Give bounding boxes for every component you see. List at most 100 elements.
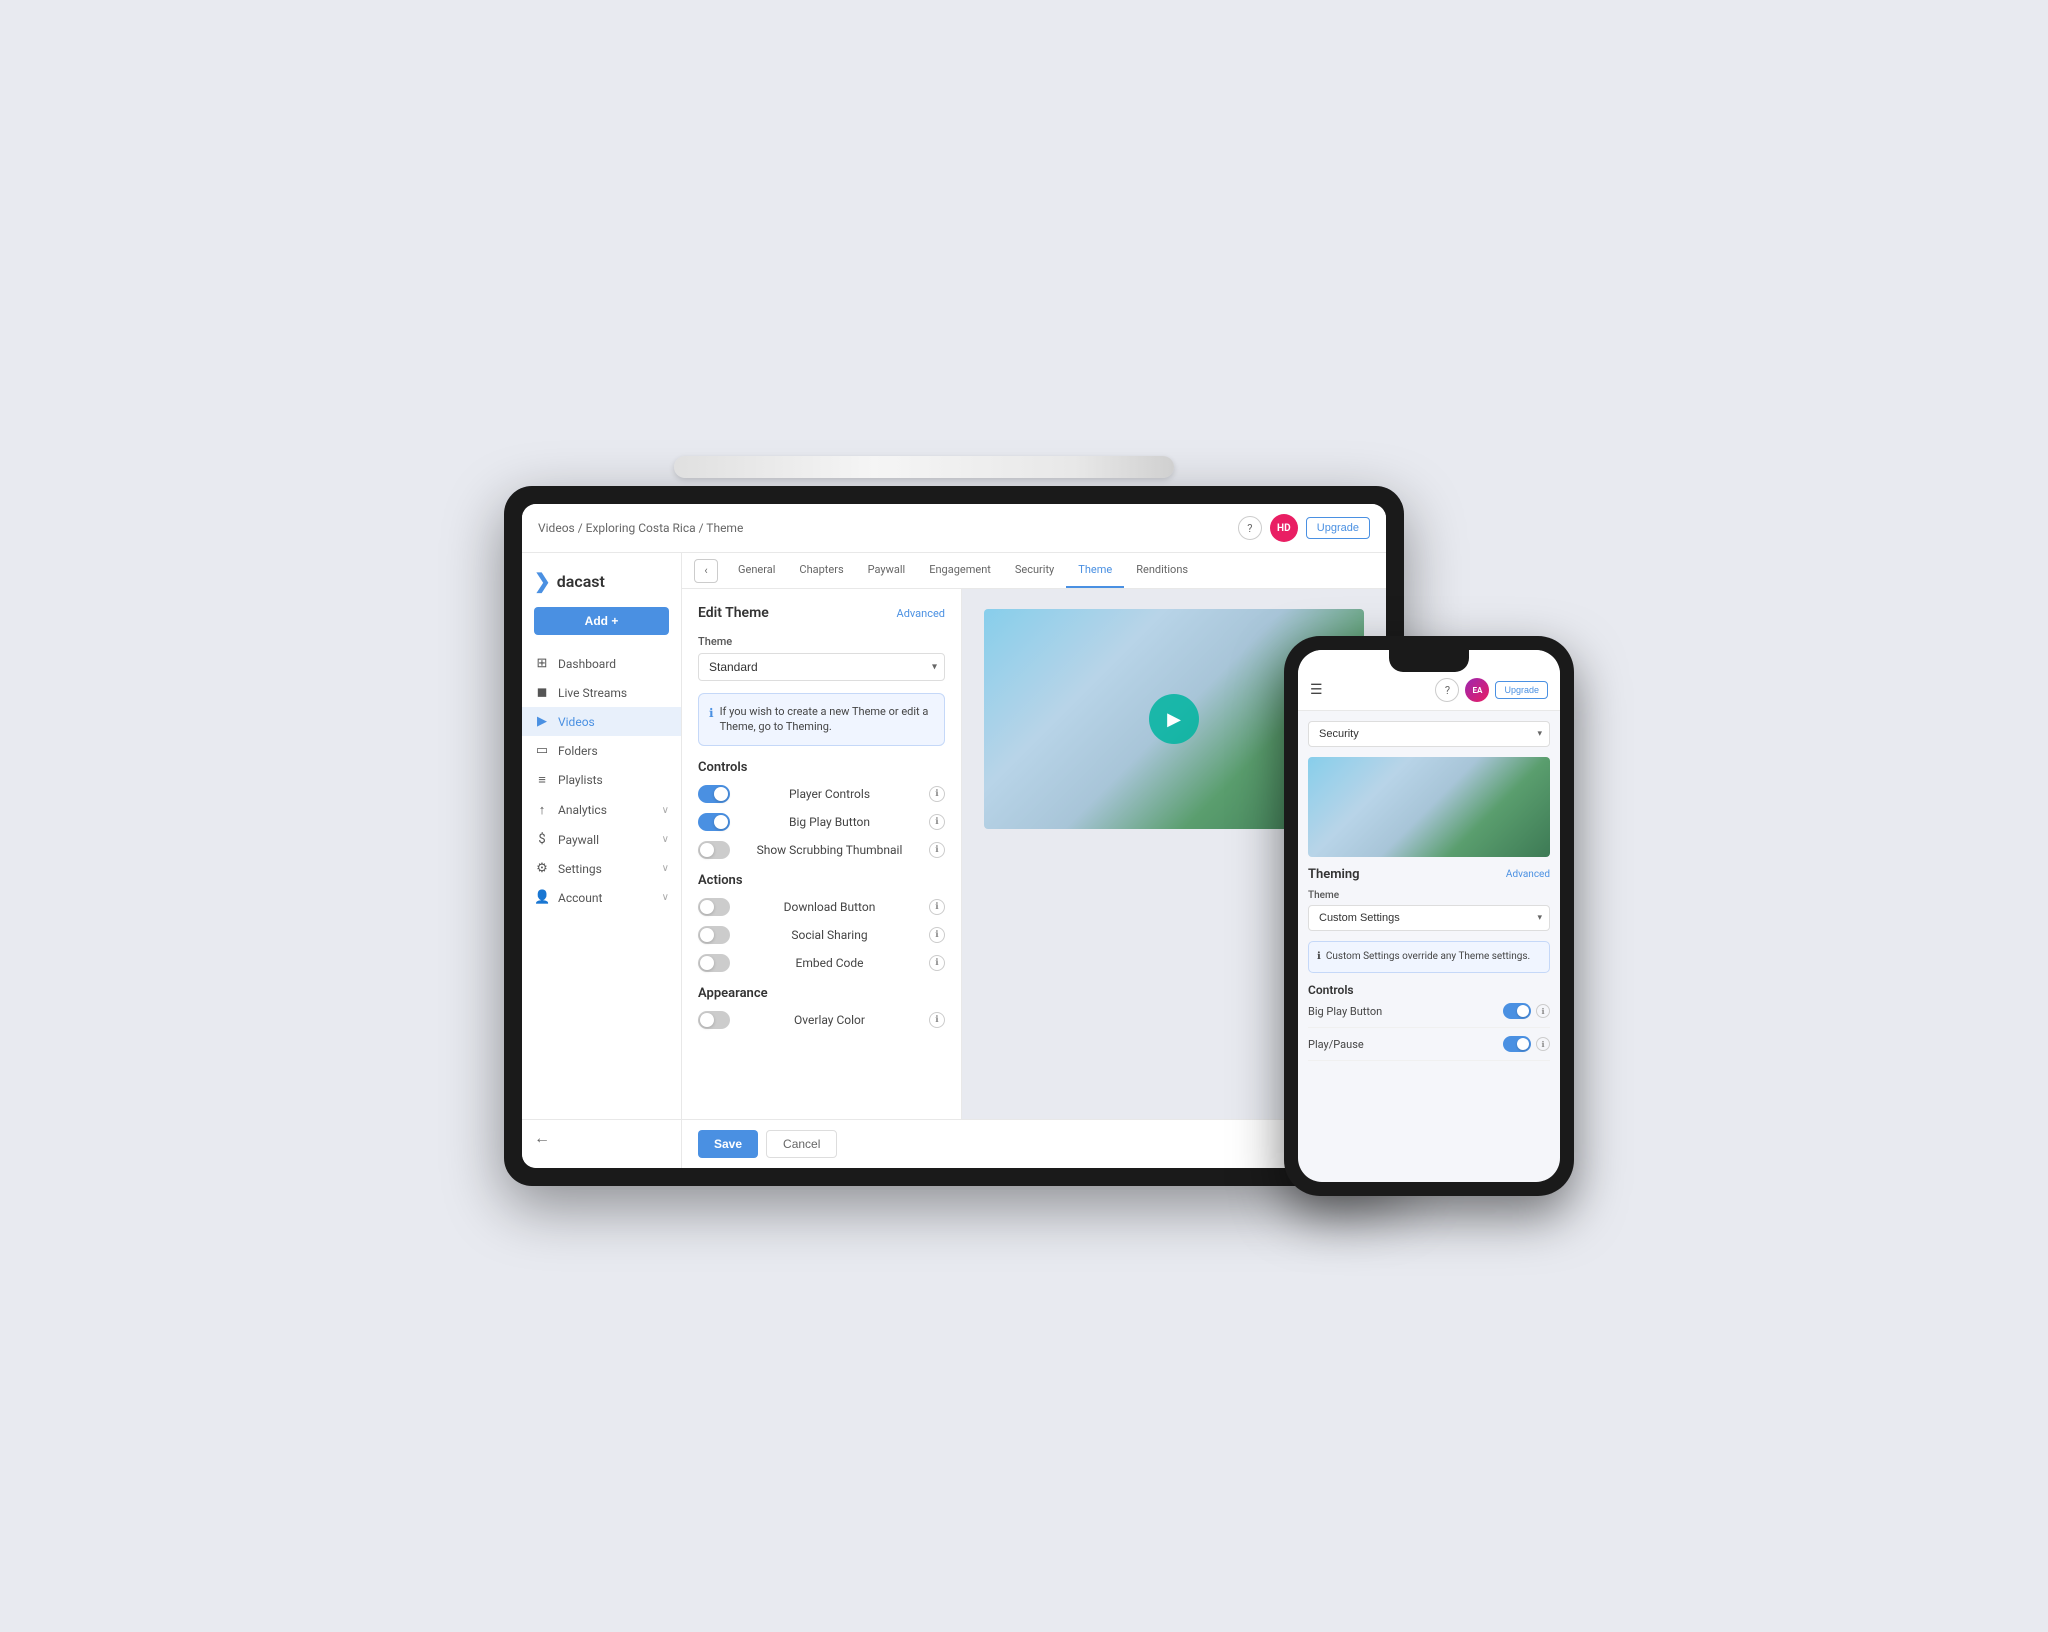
toggle-right: ℹ xyxy=(929,842,945,858)
sidebar-item-label: Dashboard xyxy=(558,657,616,671)
tab-general[interactable]: General xyxy=(726,553,787,588)
tab-renditions[interactable]: Renditions xyxy=(1124,553,1200,588)
player-controls-info-icon[interactable]: ℹ xyxy=(929,786,945,802)
iphone-body: Security Theming Advanced Theme Custom S… xyxy=(1298,711,1560,1182)
cancel-button[interactable]: Cancel xyxy=(766,1130,837,1158)
analytics-icon: ↑ xyxy=(534,802,550,818)
social-sharing-info-icon[interactable]: ℹ xyxy=(929,927,945,943)
ipad-header: Videos / Exploring Costa Rica / Theme ? … xyxy=(522,504,1386,553)
iphone-header-right: ? EA Upgrade xyxy=(1435,678,1548,702)
ipad-screen: Videos / Exploring Costa Rica / Theme ? … xyxy=(522,504,1386,1168)
download-button-label: Download Button xyxy=(784,900,876,914)
sidebar-item-dashboard[interactable]: ⊞ Dashboard xyxy=(522,649,681,678)
help-button[interactable]: ? xyxy=(1238,516,1262,540)
sidebar: ❯ dacast Add + ⊞ Dashboard ◼ Live Stream… xyxy=(522,553,682,1168)
sidebar-item-settings[interactable]: ⚙ Settings ∨ xyxy=(522,854,681,883)
iphone-video-thumbnail xyxy=(1308,757,1550,857)
tab-chapters[interactable]: Chapters xyxy=(787,553,855,588)
iphone-avatar: EA xyxy=(1465,678,1489,702)
download-info-icon[interactable]: ℹ xyxy=(929,899,945,915)
panel-title: Edit Theme xyxy=(698,605,769,621)
scrubbing-thumbnail-toggle[interactable] xyxy=(698,841,730,859)
tab-paywall[interactable]: Paywall xyxy=(856,553,918,588)
social-sharing-label: Social Sharing xyxy=(791,928,867,942)
iphone-toggle-right: ℹ xyxy=(1503,1036,1550,1052)
tab-back-button[interactable]: ‹ xyxy=(694,559,718,583)
iphone-play-pause-label: Play/Pause xyxy=(1308,1038,1364,1051)
embed-code-label: Embed Code xyxy=(796,956,864,970)
iphone-play-pause-info-icon[interactable]: ℹ xyxy=(1536,1037,1550,1051)
toggle-right: ℹ xyxy=(929,814,945,830)
social-sharing-toggle[interactable] xyxy=(698,926,730,944)
iphone-big-play-info-icon[interactable]: ℹ xyxy=(1536,1004,1550,1018)
iphone-theme-select[interactable]: Custom Settings xyxy=(1308,905,1550,931)
play-button[interactable]: ▶ xyxy=(1149,694,1199,744)
embed-code-info-icon[interactable]: ℹ xyxy=(929,955,945,971)
info-icon: ℹ xyxy=(709,705,714,722)
iphone-advanced-link[interactable]: Advanced xyxy=(1506,869,1550,880)
theme-select[interactable]: Standard xyxy=(698,653,945,681)
toggle-big-play-button: Big Play Button ℹ xyxy=(698,813,945,831)
big-play-info-icon[interactable]: ℹ xyxy=(929,814,945,830)
add-button[interactable]: Add + xyxy=(534,607,669,635)
toggle-download-button: Download Button ℹ xyxy=(698,898,945,916)
livestream-icon: ◼ xyxy=(534,685,550,700)
iphone-help-button[interactable]: ? xyxy=(1435,678,1459,702)
iphone-theming-title: Theming xyxy=(1308,867,1360,882)
sidebar-item-label: Folders xyxy=(558,744,598,758)
sidebar-item-livestreams[interactable]: ◼ Live Streams xyxy=(522,678,681,707)
sidebar-item-folders[interactable]: ▭ Folders xyxy=(522,736,681,765)
tab-theme[interactable]: Theme xyxy=(1066,553,1124,588)
logo-icon: ❯ xyxy=(534,569,551,593)
header-actions: ? HD Upgrade xyxy=(1238,514,1370,542)
toggle-player-controls: Player Controls ℹ xyxy=(698,785,945,803)
embed-code-toggle[interactable] xyxy=(698,954,730,972)
overlay-color-info-icon[interactable]: ℹ xyxy=(929,1012,945,1028)
iphone-big-play-label: Big Play Button xyxy=(1308,1005,1382,1018)
sidebar-item-label: Settings xyxy=(558,862,602,876)
player-controls-toggle[interactable] xyxy=(698,785,730,803)
iphone-notch xyxy=(1389,650,1469,672)
big-play-button-label: Big Play Button xyxy=(789,815,870,829)
breadcrumb: Videos / Exploring Costa Rica / Theme xyxy=(538,521,743,535)
hamburger-menu-icon[interactable]: ☰ xyxy=(1310,682,1323,698)
security-select[interactable]: Security xyxy=(1308,721,1550,747)
iphone-toggle-play-pause: Play/Pause ℹ xyxy=(1308,1036,1550,1061)
upgrade-button[interactable]: Upgrade xyxy=(1306,517,1370,539)
folders-icon: ▭ xyxy=(534,743,550,758)
sidebar-item-label: Live Streams xyxy=(558,686,627,700)
sidebar-item-account[interactable]: 👤 Account ∨ xyxy=(522,883,681,912)
iphone-device: ☰ ? EA Upgrade Security xyxy=(1284,636,1574,1196)
iphone-screen: ☰ ? EA Upgrade Security xyxy=(1298,650,1560,1182)
download-button-toggle[interactable] xyxy=(698,898,730,916)
theme-field-label: Theme xyxy=(698,635,945,648)
iphone-play-pause-toggle[interactable] xyxy=(1503,1036,1531,1052)
action-bar: Save Cancel xyxy=(682,1119,1386,1168)
sidebar-item-videos[interactable]: ▶ Videos xyxy=(522,707,681,736)
iphone-big-play-toggle[interactable] xyxy=(1503,1003,1531,1019)
tab-engagement[interactable]: Engagement xyxy=(917,553,1003,588)
sidebar-item-playlists[interactable]: ≡ Playlists xyxy=(522,765,681,795)
edit-panel: Edit Theme Advanced Theme Standard ℹ xyxy=(682,589,962,1119)
chevron-down-icon: ∨ xyxy=(662,834,669,845)
overlay-color-toggle[interactable] xyxy=(698,1011,730,1029)
iphone-upgrade-button[interactable]: Upgrade xyxy=(1495,681,1548,699)
appearance-section-title: Appearance xyxy=(698,986,945,1001)
logo-text: dacast xyxy=(557,572,605,591)
sidebar-item-label: Account xyxy=(558,891,602,905)
videos-icon: ▶ xyxy=(534,714,550,729)
advanced-link[interactable]: Advanced xyxy=(897,607,945,620)
overlay-color-label: Overlay Color xyxy=(794,1013,865,1027)
save-button[interactable]: Save xyxy=(698,1130,758,1158)
toggle-right: ℹ xyxy=(929,899,945,915)
sidebar-item-paywall[interactable]: $ Paywall ∨ xyxy=(522,825,681,854)
back-arrow-icon[interactable]: ← xyxy=(534,1128,550,1147)
scrubbing-thumbnail-label: Show Scrubbing Thumbnail xyxy=(757,843,903,857)
paywall-icon: $ xyxy=(534,832,550,847)
sidebar-item-label: Videos xyxy=(558,715,595,729)
tab-security[interactable]: Security xyxy=(1003,553,1066,588)
scrubbing-info-icon[interactable]: ℹ xyxy=(929,842,945,858)
sidebar-item-label: Paywall xyxy=(558,833,599,847)
sidebar-item-analytics[interactable]: ↑ Analytics ∨ xyxy=(522,795,681,825)
big-play-button-toggle[interactable] xyxy=(698,813,730,831)
